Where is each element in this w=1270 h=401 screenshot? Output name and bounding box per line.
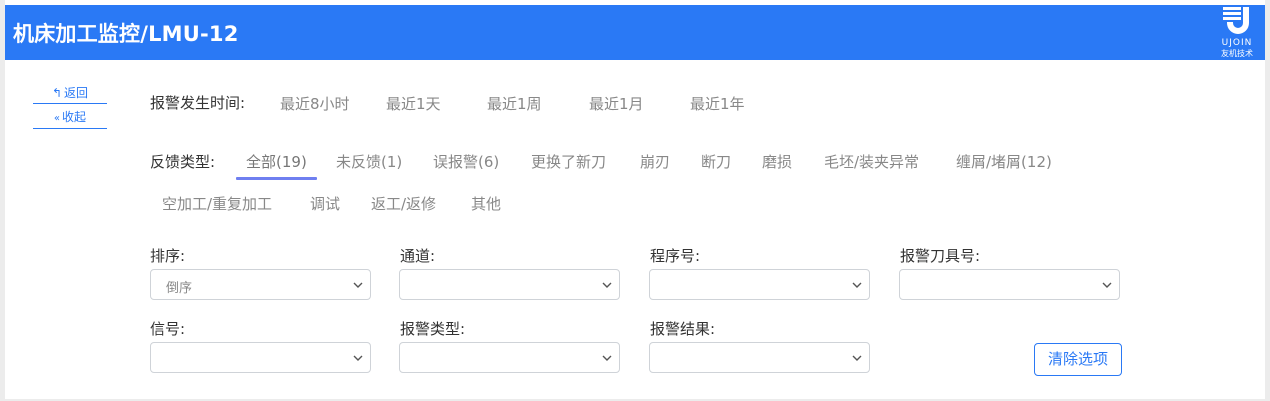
chevron-down-icon: [852, 282, 862, 288]
ujoin-logo-icon: [1223, 7, 1249, 34]
ujoin-logo: UJOIN 友机技术: [1215, 5, 1259, 60]
alarm-result-label: 报警结果:: [650, 320, 716, 338]
sort-select[interactable]: 倒序: [150, 269, 371, 300]
feedback-type-label: 反馈类型:: [150, 153, 216, 171]
back-link[interactable]: ↰ 返回: [33, 84, 107, 104]
chevron-down-icon: [353, 355, 363, 361]
channel-label: 通道:: [400, 247, 436, 265]
tool-select[interactable]: [899, 269, 1120, 300]
chevron-down-icon: [852, 355, 862, 361]
signal-label: 信号:: [150, 320, 186, 338]
tab-rework[interactable]: 返工/返修: [371, 193, 436, 214]
tab-broken-tool[interactable]: 断刀: [701, 151, 731, 172]
alarm-result-select[interactable]: [649, 342, 870, 373]
channel-select[interactable]: [399, 269, 620, 300]
time-option-8h[interactable]: 最近8小时: [280, 93, 350, 114]
frame-right: [1265, 0, 1270, 401]
collapse-link[interactable]: «收起: [33, 108, 107, 129]
tool-label: 报警刀具号:: [900, 247, 981, 265]
back-label: 返回: [64, 86, 89, 100]
back-arrow-icon: ↰: [51, 86, 63, 100]
program-label: 程序号:: [650, 247, 701, 265]
time-option-1w[interactable]: 最近1周: [487, 93, 542, 114]
active-tab-underline: [236, 177, 317, 180]
time-option-1d[interactable]: 最近1天: [386, 93, 441, 114]
time-option-1y[interactable]: 最近1年: [690, 93, 745, 114]
clear-options-button[interactable]: 清除选项: [1034, 343, 1122, 376]
tab-all[interactable]: 全部(19): [246, 151, 307, 172]
signal-select[interactable]: [150, 342, 371, 373]
chevron-down-icon: [602, 355, 612, 361]
time-option-1m[interactable]: 最近1月: [589, 93, 644, 114]
tab-false-alarm[interactable]: 误报警(6): [433, 151, 499, 172]
logo-brand: UJOIN: [1221, 38, 1253, 48]
alarm-time-label: 报警发生时间:: [150, 94, 246, 112]
double-chevron-up-icon: «: [53, 113, 61, 124]
tab-no-feedback[interactable]: 未反馈(1): [336, 151, 402, 172]
sort-select-value: 倒序: [166, 281, 193, 296]
tab-blank-clamp[interactable]: 毛坯/装夹异常: [824, 151, 919, 172]
chevron-down-icon: [353, 282, 363, 288]
chevron-down-icon: [1102, 282, 1112, 288]
alarm-type-label: 报警类型:: [400, 320, 466, 338]
tab-new-tool[interactable]: 更换了新刀: [531, 151, 606, 172]
tab-chip-wrap[interactable]: 缠屑/堵屑(12): [956, 151, 1052, 172]
program-select[interactable]: [649, 269, 870, 300]
collapse-label: 收起: [62, 110, 87, 124]
sort-label: 排序:: [150, 247, 186, 265]
tab-other[interactable]: 其他: [471, 193, 501, 214]
header-bar: 机床加工监控/LMU-12 UJOIN 友机技术: [5, 5, 1265, 60]
tab-air-cut[interactable]: 空加工/重复加工: [162, 193, 272, 214]
page-title: 机床加工监控/LMU-12: [13, 22, 239, 46]
logo-subtitle: 友机技术: [1221, 49, 1253, 58]
tab-debug[interactable]: 调试: [310, 193, 340, 214]
alarm-type-select[interactable]: [399, 342, 620, 373]
tab-chipping[interactable]: 崩刃: [640, 151, 670, 172]
frame-left: [0, 0, 5, 401]
chevron-down-icon: [602, 282, 612, 288]
tab-wear[interactable]: 磨损: [762, 151, 792, 172]
